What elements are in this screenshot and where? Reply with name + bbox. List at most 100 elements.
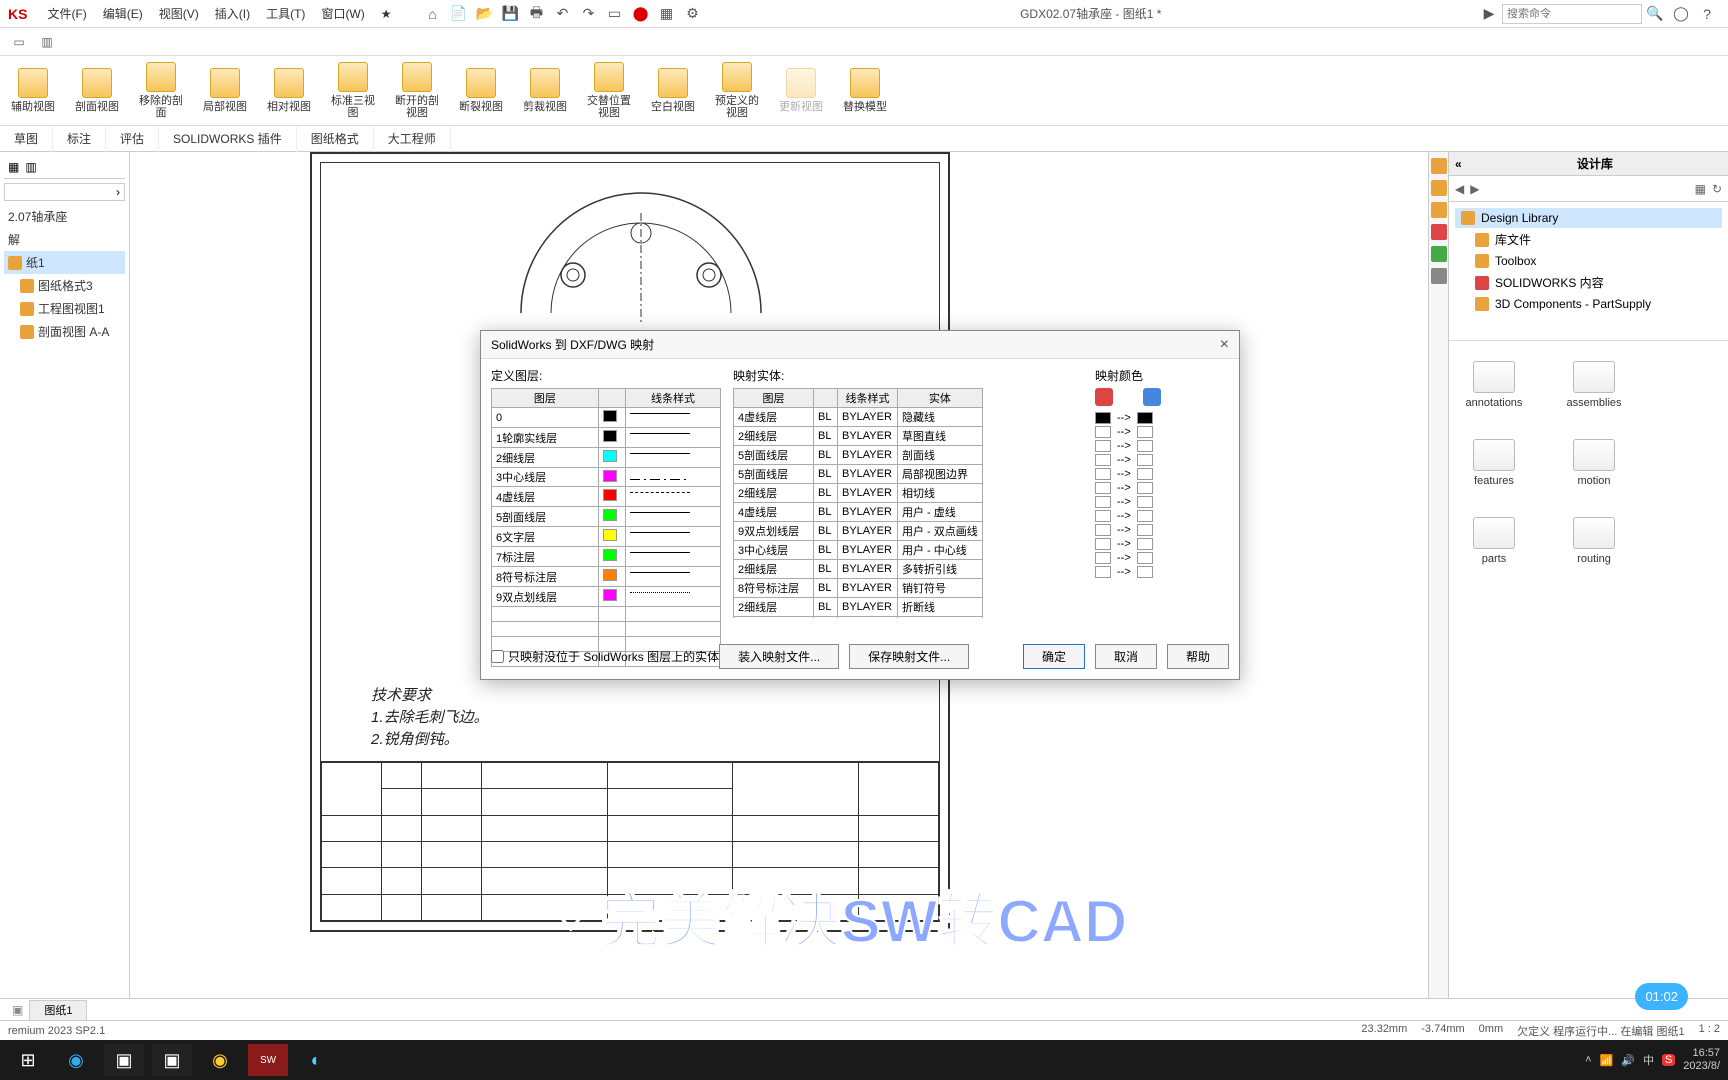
entity-row[interactable]: 2细线层BLBYLAYER多转折引线 (734, 560, 983, 579)
print-icon[interactable]: 🖶 (526, 3, 548, 25)
lib-node-design-library[interactable]: Design Library (1455, 208, 1722, 228)
layer-row[interactable]: 6文字层 (492, 527, 721, 547)
entity-row[interactable]: 4虚线层BLBYLAYER隐藏线 (734, 408, 983, 427)
menu-file[interactable]: 文件(F) (39, 5, 94, 22)
start-button[interactable]: ⊞ (8, 1044, 48, 1076)
sheet-tab[interactable]: 图纸1 (29, 1000, 87, 1020)
search-icon[interactable]: 🔍 (1644, 3, 1666, 25)
layer-row[interactable]: 2细线层 (492, 448, 721, 468)
entity-row[interactable]: 2细线层BLBYLAYER块实例 (734, 617, 983, 619)
redo-icon[interactable]: ↷ (578, 3, 600, 25)
save-mapping-button[interactable]: 保存映射文件... (849, 644, 969, 669)
ribbon-alt-pos-view[interactable]: 交替位置视图 (586, 62, 632, 119)
tray-sogou-icon[interactable]: S (1662, 1054, 1675, 1066)
entity-map-scroll[interactable]: 图层 线条样式 实体 4虚线层BLBYLAYER隐藏线2细线层BLBYLAYER… (733, 388, 1083, 618)
layer-row[interactable]: 7标注层 (492, 547, 721, 567)
home-icon[interactable]: ⌂ (422, 3, 444, 25)
entity-row[interactable]: 9双点划线层BLBYLAYER用户 - 双点画线 (734, 522, 983, 541)
ribbon-broken-section[interactable]: 断开的剖视图 (394, 62, 440, 119)
lib-node[interactable]: 库文件 (1455, 228, 1722, 251)
ribbon-detail-view[interactable]: 局部视图 (202, 68, 248, 113)
taskbar-app-icon[interactable]: ▣ (104, 1044, 144, 1076)
tab-bigeng[interactable]: 大工程师 (374, 126, 451, 152)
tree-item[interactable]: 剖面视图 A-A (4, 320, 125, 343)
dialog-titlebar[interactable]: SolidWorks 到 DXF/DWG 映射 × (481, 331, 1239, 359)
tab-sheetformat[interactable]: 图纸格式 (297, 126, 374, 152)
help-button[interactable]: 帮助 (1167, 644, 1229, 669)
entity-row[interactable]: 4虚线层BLBYLAYER用户 - 虚线 (734, 503, 983, 522)
select-icon[interactable]: ▭ (604, 3, 626, 25)
rebuild-icon[interactable]: ⬤ (630, 3, 652, 25)
refresh-lib-icon[interactable]: ↻ (1712, 182, 1722, 196)
layer-def-table[interactable]: 图层 线条样式 01轮廓实线层2细线层3中心线层4虚线层5剖面线层6文字层7标注… (491, 388, 721, 667)
menu-tools[interactable]: 工具(T) (258, 5, 313, 22)
menu-star-icon[interactable]: ★ (373, 7, 400, 21)
menu-insert[interactable]: 插入(I) (207, 5, 258, 22)
map-only-checkbox[interactable]: 只映射没位于 SolidWorks 图层上的实体 (491, 648, 719, 665)
folder-annotations[interactable]: annotations (1459, 361, 1529, 409)
tree-tab-icon[interactable]: ▦ (8, 160, 19, 174)
ribbon-predef-view[interactable]: 预定义的视图 (714, 62, 760, 119)
layer-row[interactable]: 1轮廓实线层 (492, 428, 721, 448)
system-tray[interactable]: ˄ 📶 🔊 中 S 16:57 2023/8/ (1585, 1047, 1720, 1073)
entity-row[interactable]: 2细线层BLBYLAYER相切线 (734, 484, 983, 503)
entity-row[interactable]: 3中心线层BLBYLAYER用户 - 中心线 (734, 541, 983, 560)
taskbar-solidworks-icon[interactable]: SW (248, 1044, 288, 1076)
layer-row[interactable]: 4虚线层 (492, 487, 721, 507)
tree-root[interactable]: 2.07轴承座 (4, 205, 125, 228)
entity-row[interactable]: 8符号标注层BLBYLAYER销钉符号 (734, 579, 983, 598)
entity-map-table[interactable]: 图层 线条样式 实体 4虚线层BLBYLAYER隐藏线2细线层BLBYLAYER… (733, 388, 983, 618)
gear-icon[interactable]: ⚙ (682, 3, 704, 25)
folder-motion[interactable]: motion (1559, 439, 1629, 487)
ribbon-break-view[interactable]: 断裂视图 (458, 68, 504, 113)
command-icon[interactable]: ▶ (1478, 3, 1500, 25)
search-input[interactable] (1502, 4, 1642, 24)
menu-window[interactable]: 窗口(W) (313, 5, 372, 22)
ribbon-update-view[interactable]: 更新视图 (778, 68, 824, 113)
layer-row[interactable]: 3中心线层 (492, 468, 721, 487)
menu-view[interactable]: 视图(V) (151, 5, 207, 22)
lib-node[interactable]: 3D Components - PartSupply (1455, 294, 1722, 314)
layer-row[interactable]: 5剖面线层 (492, 507, 721, 527)
collapse-icon[interactable]: « (1449, 152, 1462, 176)
save-icon[interactable]: 💾 (500, 3, 522, 25)
back-icon[interactable]: ◀ (1455, 182, 1464, 196)
layer-row[interactable]: 0 (492, 408, 721, 428)
rs-more-icon[interactable] (1431, 268, 1447, 284)
tray-volume-icon[interactable]: 🔊 (1621, 1054, 1635, 1067)
taskbar-app-icon[interactable]: ◐ (296, 1044, 336, 1076)
tray-ime-icon[interactable]: 中 (1643, 1052, 1654, 1068)
new-icon[interactable]: 📄 (448, 3, 470, 25)
cancel-button[interactable]: 取消 (1095, 644, 1157, 669)
load-mapping-button[interactable]: 装入映射文件... (719, 644, 839, 669)
rs-home-icon[interactable] (1431, 158, 1447, 174)
tray-network-icon[interactable]: 📶 (1600, 1054, 1614, 1067)
color-map-table[interactable]: --> --> --> --> --> --> --> --> --> --> … (1095, 412, 1205, 578)
qa-icon-1[interactable]: ▭ (8, 31, 30, 53)
tree-item[interactable]: 工程图视图1 (4, 297, 125, 320)
open-icon[interactable]: 📂 (474, 3, 496, 25)
forward-icon[interactable]: ▶ (1470, 182, 1479, 196)
rs-appear-icon[interactable] (1431, 202, 1447, 218)
rs-custom-icon[interactable] (1431, 246, 1447, 262)
ribbon-replace-model[interactable]: 替换模型 (842, 68, 888, 113)
undo-icon[interactable]: ↶ (552, 3, 574, 25)
tree-item[interactable]: 图纸格式3 (4, 274, 125, 297)
qa-icon-2[interactable]: ▥ (36, 31, 58, 53)
folder-parts[interactable]: parts (1459, 517, 1529, 565)
help-icon[interactable]: ? (1696, 3, 1718, 25)
entity-row[interactable]: 2细线层BLBYLAYER折断线 (734, 598, 983, 617)
ribbon-std-3view[interactable]: 标准三视图 (330, 62, 376, 119)
ok-button[interactable]: 确定 (1023, 644, 1085, 669)
entity-row[interactable]: 5剖面线层BLBYLAYER剖面线 (734, 446, 983, 465)
add-lib-icon[interactable]: ▦ (1695, 182, 1706, 196)
options-icon[interactable]: ▦ (656, 3, 678, 25)
chevron-right-icon[interactable]: › (116, 185, 120, 199)
tree-item-selected[interactable]: 纸1 (4, 251, 125, 274)
rs-tool-icon[interactable] (1431, 180, 1447, 196)
layer-row[interactable]: 9双点划线层 (492, 587, 721, 607)
ribbon-blank-view[interactable]: 空白视图 (650, 68, 696, 113)
menu-edit[interactable]: 编辑(E) (95, 5, 151, 22)
lib-node[interactable]: Toolbox (1455, 251, 1722, 271)
taskbar-app-icon[interactable]: ◉ (200, 1044, 240, 1076)
